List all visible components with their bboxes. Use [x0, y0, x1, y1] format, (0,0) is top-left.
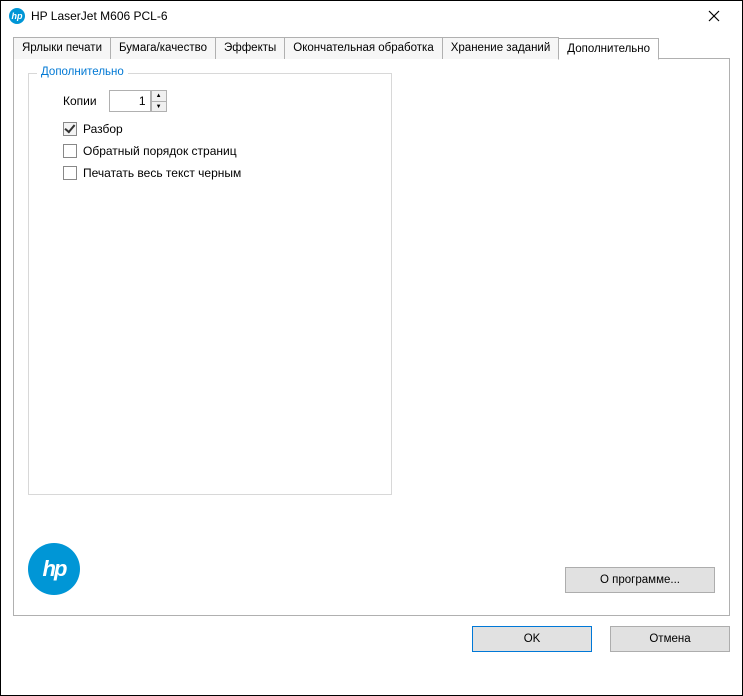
title-bar: hp HP LaserJet M606 PCL-6 — [1, 1, 742, 31]
about-button[interactable]: О программе... — [565, 567, 715, 593]
tab-shortcuts[interactable]: Ярлыки печати — [13, 37, 111, 59]
reverse-order-label: Обратный порядок страниц — [83, 144, 237, 158]
ok-button[interactable]: OK — [472, 626, 592, 652]
close-button[interactable] — [694, 1, 734, 31]
collate-checkbox[interactable] — [63, 122, 77, 136]
dialog-body: Ярлыки печати Бумага/качество Эффекты Ок… — [1, 31, 742, 664]
spinner-up-button[interactable]: ▲ — [151, 90, 167, 101]
tab-panel: Дополнительно Копии ▲ ▼ Разбор Обратный … — [13, 58, 730, 616]
tab-advanced[interactable]: Дополнительно — [558, 38, 659, 60]
tab-job-storage[interactable]: Хранение заданий — [442, 37, 560, 59]
tab-bar: Ярлыки печати Бумага/качество Эффекты Ок… — [13, 37, 730, 59]
hp-logo-text: hp — [43, 556, 66, 582]
reverse-order-checkbox[interactable] — [63, 144, 77, 158]
hp-app-icon: hp — [9, 8, 25, 24]
reverse-row: Обратный порядок страниц — [63, 144, 377, 158]
close-icon — [708, 10, 720, 22]
collate-row: Разбор — [63, 122, 377, 136]
copies-label: Копии — [63, 94, 97, 108]
black-text-checkbox[interactable] — [63, 166, 77, 180]
black-text-label: Печатать весь текст черным — [83, 166, 241, 180]
spinner-down-button[interactable]: ▼ — [151, 101, 167, 112]
tab-paper-quality[interactable]: Бумага/качество — [110, 37, 216, 59]
blacktext-row: Печатать весь текст черным — [63, 166, 377, 180]
advanced-group: Дополнительно Копии ▲ ▼ Разбор Обратный … — [28, 73, 392, 495]
hp-icon-text: hp — [12, 11, 23, 21]
cancel-button[interactable]: Отмена — [610, 626, 730, 652]
copies-input[interactable] — [109, 90, 151, 112]
window-title: HP LaserJet M606 PCL-6 — [31, 9, 694, 23]
tab-effects[interactable]: Эффекты — [215, 37, 285, 59]
group-legend: Дополнительно — [37, 66, 128, 78]
dialog-buttons: OK Отмена — [13, 626, 730, 652]
copies-row: Копии ▲ ▼ — [63, 90, 377, 112]
tab-finishing[interactable]: Окончательная обработка — [284, 37, 442, 59]
copies-spinner: ▲ ▼ — [151, 90, 167, 112]
hp-logo: hp — [28, 543, 80, 595]
collate-label: Разбор — [83, 122, 123, 136]
